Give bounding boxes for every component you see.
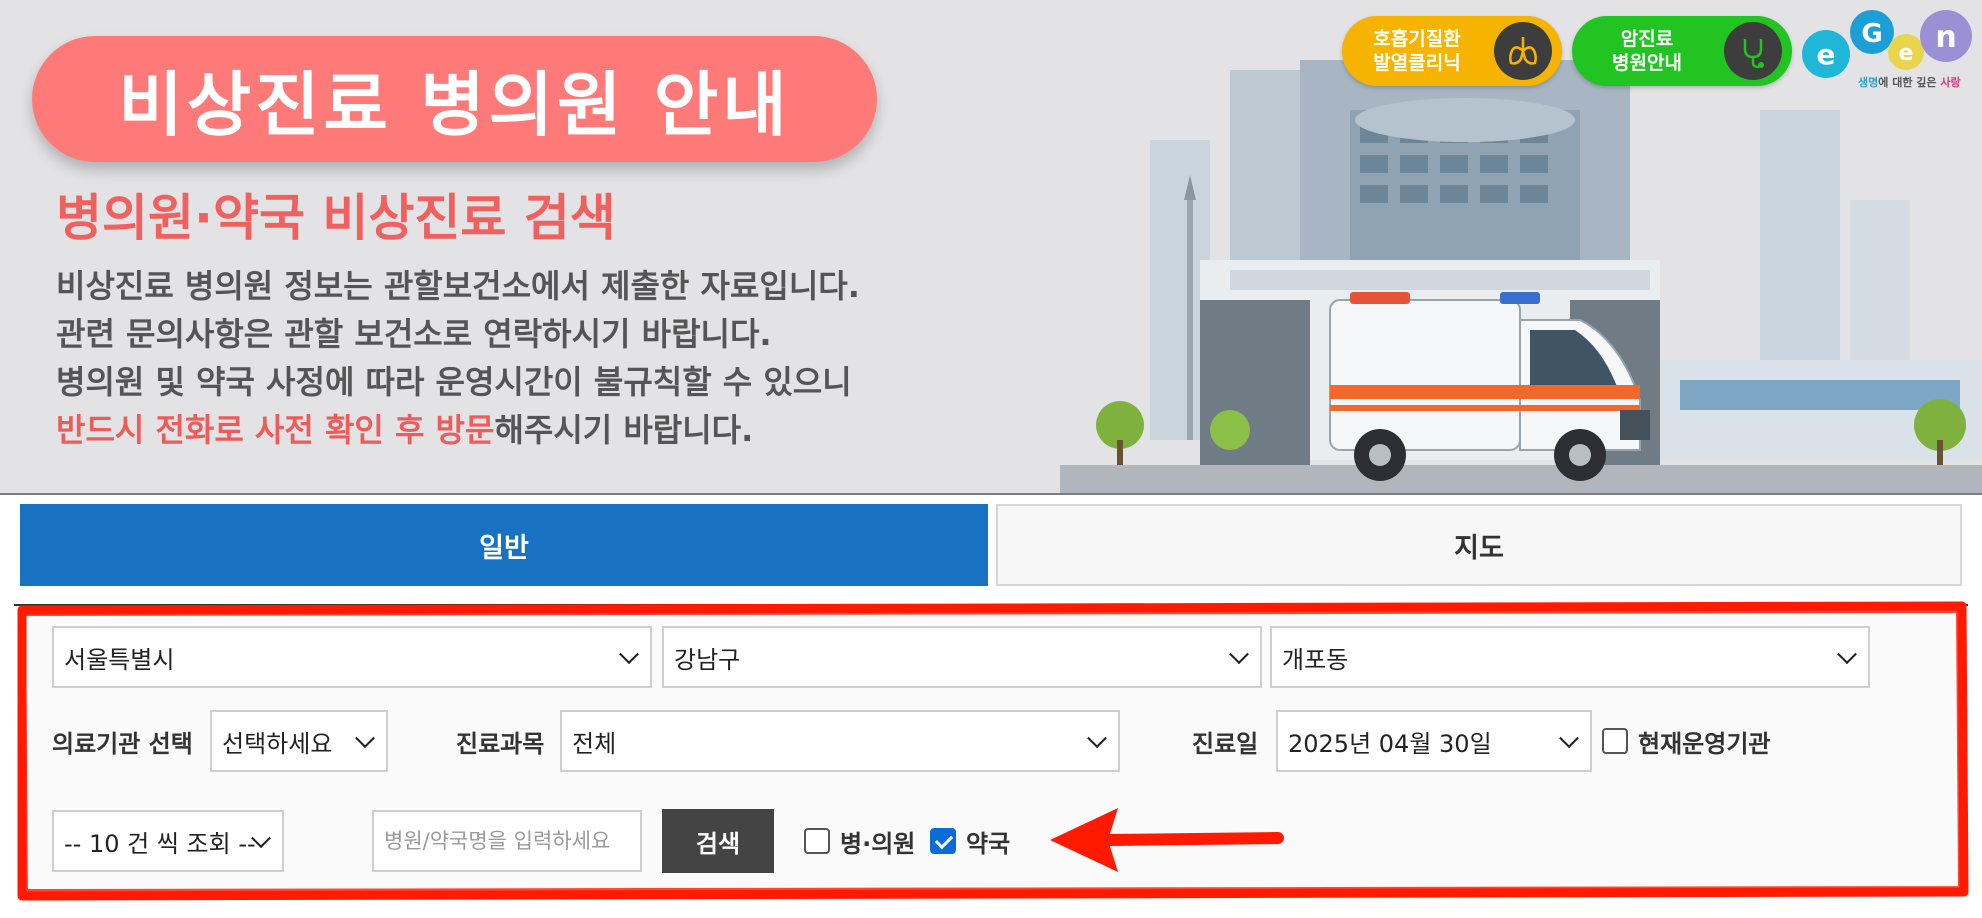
search-button[interactable]: 검색 (662, 809, 774, 873)
sido-select[interactable]: 서울특별시 (52, 626, 652, 688)
hero-title-pill: 비상진료 병의원 안내 (32, 36, 877, 162)
hero-notice: 비상진료 병의원 정보는 관할보건소에서 제출한 자료입니다. 관련 문의사항은… (56, 262, 1006, 454)
notice-line: 비상진료 병의원 정보는 관할보건소에서 제출한 자료입니다. (56, 267, 860, 305)
chevron-down-icon (355, 728, 375, 749)
open-now-checkbox[interactable] (1602, 728, 1628, 754)
hero-subtitle: 병의원·약국 비상진료 검색 (56, 189, 616, 247)
facility-label: 의료기관 선택 (52, 730, 193, 758)
dong-value: 개포동 (1282, 645, 1349, 674)
name-search-input[interactable] (372, 810, 642, 872)
notice-line: 병의원 및 약국 사정에 따라 운영시간이 불규칙할 수 있으니 (56, 363, 852, 401)
respiratory-clinic-badge[interactable]: 호흡기질환 발열클리닉 (1342, 16, 1562, 86)
egen-tagline: 생명에 대한 깊은 사랑 (1858, 74, 1961, 90)
chevron-down-icon (619, 644, 639, 665)
tab-general[interactable]: 일반 (20, 504, 988, 586)
facility-select[interactable]: 선택하세요 (210, 710, 388, 772)
egen-logo[interactable]: e G e n 생명에 대한 깊은 사랑 (1796, 6, 1976, 96)
dong-select[interactable]: 개포동 (1270, 626, 1870, 688)
search-panel: 서울특별시 강남구 개포동 의료기관 선택 선택하세요 진료과목 전체 진료일 … (24, 612, 1956, 894)
egen-tagline-part: 사랑 (1940, 76, 1961, 89)
date-label: 진료일 (1192, 730, 1259, 758)
chevron-down-icon (1229, 644, 1249, 665)
chevron-down-icon (1087, 728, 1107, 749)
facility-value: 선택하세요 (222, 729, 333, 758)
tab-map[interactable]: 지도 (996, 504, 1962, 586)
cancer-hospital-badge[interactable]: 암진료 병원안내 (1572, 16, 1792, 86)
hero-title: 비상진료 병의원 안내 (118, 63, 791, 146)
svg-text:e: e (1817, 38, 1836, 71)
notice-warning-rest: 해주시기 바랍니다. (494, 411, 754, 449)
cancer-hospital-label: 암진료 병원안내 (1612, 28, 1682, 74)
pharmacy-label: 약국 (966, 830, 1011, 858)
page-size-select[interactable]: -- 10 건 씩 조회 -- (52, 810, 284, 872)
pharmacy-checkbox[interactable] (930, 828, 956, 854)
svg-text:n: n (1935, 20, 1956, 55)
hero-banner: 비상진료 병의원 안내 병의원·약국 비상진료 검색 비상진료 병의원 정보는 … (0, 0, 1982, 495)
sigungu-select[interactable]: 강남구 (662, 626, 1262, 688)
hospital-label: 병·의원 (840, 830, 916, 858)
hospital-checkbox[interactable] (804, 828, 830, 854)
tab-divider (14, 604, 1968, 606)
notice-warning: 반드시 전화로 사전 확인 후 방문 (56, 411, 495, 449)
egen-tagline-part: 에 대한 깊은 (1878, 76, 1941, 89)
chevron-down-icon (1559, 728, 1579, 749)
respiratory-clinic-label: 호흡기질환 발열클리닉 (1373, 28, 1461, 74)
notice-line: 관련 문의사항은 관할 보건소로 연락하시기 바랍니다. (56, 315, 772, 353)
department-label: 진료과목 (456, 730, 545, 758)
svg-text:G: G (1861, 19, 1882, 49)
sigungu-value: 강남구 (674, 645, 741, 674)
open-now-label: 현재운영기관 (1638, 730, 1771, 758)
department-select[interactable]: 전체 (560, 710, 1120, 772)
notice-line: 반드시 전화로 사전 확인 후 방문해주시기 바랍니다. (56, 406, 1006, 454)
sido-value: 서울특별시 (64, 645, 175, 674)
lungs-icon (1494, 22, 1552, 80)
chevron-down-icon (1837, 644, 1857, 665)
date-select[interactable]: 2025년 04월 30일 (1276, 710, 1592, 772)
svg-text:e: e (1899, 41, 1914, 66)
page-size-value: -- 10 건 씩 조회 -- (64, 829, 256, 858)
department-value: 전체 (572, 729, 617, 758)
date-value: 2025년 04월 30일 (1288, 729, 1492, 758)
stethoscope-icon (1724, 22, 1782, 80)
egen-tagline-part: 생명 (1858, 76, 1879, 89)
